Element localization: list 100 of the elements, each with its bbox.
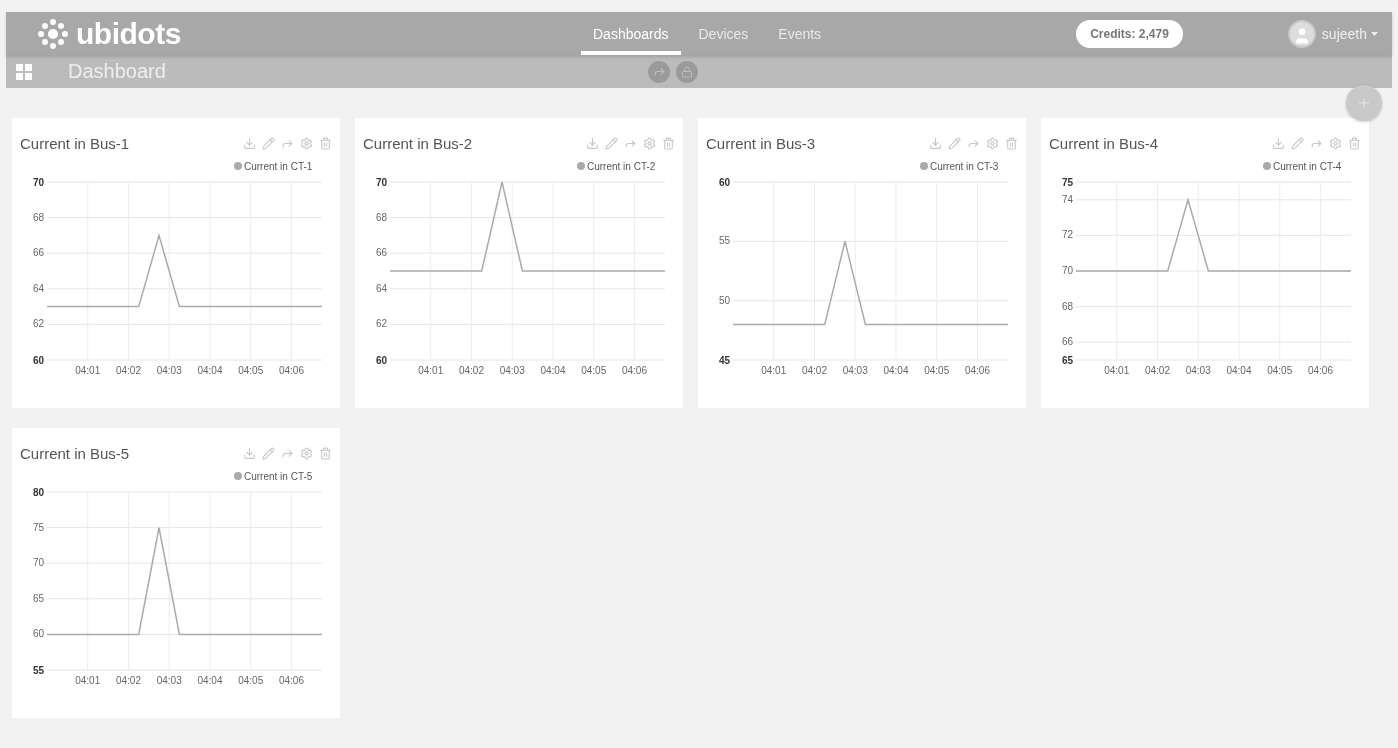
x-tick-label: 04:03 bbox=[156, 675, 182, 686]
y-tick-label: 50 bbox=[719, 294, 731, 306]
x-tick-label: 04:01 bbox=[418, 365, 444, 376]
y-tick-label: 80 bbox=[33, 487, 45, 498]
pencil-icon[interactable] bbox=[948, 136, 961, 150]
y-tick-label: 62 bbox=[33, 318, 45, 330]
lock-icon bbox=[681, 65, 693, 78]
legend-label: Current in CT-4 bbox=[1273, 161, 1342, 172]
trash-icon[interactable] bbox=[319, 446, 332, 460]
y-tick-label: 60 bbox=[719, 177, 731, 188]
y-tick-label: 66 bbox=[376, 247, 388, 259]
widget-title: Current in Bus-1 bbox=[20, 134, 130, 152]
x-tick-label: 04:06 bbox=[621, 365, 647, 376]
trash-icon[interactable] bbox=[1005, 136, 1018, 150]
add-button[interactable] bbox=[1346, 85, 1382, 122]
x-tick-label: 04:03 bbox=[499, 365, 525, 376]
x-tick-label: 04:01 bbox=[761, 365, 787, 376]
y-tick-label: 70 bbox=[1062, 265, 1074, 276]
y-tick-label: 70 bbox=[33, 177, 45, 188]
y-tick-label: 45 bbox=[719, 355, 731, 366]
y-tick-label: 62 bbox=[376, 318, 388, 330]
x-tick-label: 04:04 bbox=[197, 675, 223, 686]
y-tick-label: 75 bbox=[1062, 177, 1074, 188]
pencil-icon[interactable] bbox=[605, 136, 618, 150]
x-tick-label: 04:04 bbox=[1226, 365, 1252, 376]
credits-badge: Credits: 2,479 bbox=[1076, 19, 1183, 48]
y-tick-label: 60 bbox=[376, 355, 388, 366]
x-tick-label: 04:01 bbox=[1104, 365, 1130, 376]
y-tick-label: 70 bbox=[376, 177, 388, 188]
x-tick-label: 04:01 bbox=[75, 675, 101, 686]
y-tick-label: 66 bbox=[1062, 336, 1074, 348]
download-icon[interactable] bbox=[929, 136, 942, 150]
grid-icon[interactable] bbox=[16, 63, 32, 80]
pencil-icon[interactable] bbox=[1291, 136, 1304, 150]
nav-tab[interactable]: Events bbox=[766, 12, 834, 56]
x-tick-label: 04:03 bbox=[1185, 365, 1211, 376]
widget-title: Current in Bus-2 bbox=[363, 134, 473, 152]
y-tick-label: 65 bbox=[33, 592, 45, 604]
x-tick-label: 04:05 bbox=[1267, 365, 1293, 376]
legend-label: Current in CT-2 bbox=[587, 161, 656, 172]
lock-button[interactable] bbox=[676, 60, 698, 83]
x-tick-label: 04:06 bbox=[964, 365, 990, 376]
y-tick-label: 64 bbox=[33, 282, 45, 294]
x-tick-label: 04:03 bbox=[842, 365, 868, 376]
x-tick-label: 04:05 bbox=[238, 365, 264, 376]
x-tick-label: 04:02 bbox=[115, 675, 141, 686]
user-name[interactable]: sujeeth bbox=[1321, 25, 1367, 42]
y-tick-label: 60 bbox=[33, 355, 45, 366]
x-tick-label: 04:04 bbox=[197, 365, 223, 376]
y-tick-label: 70 bbox=[33, 557, 45, 569]
pencil-icon[interactable] bbox=[262, 136, 275, 150]
download-icon[interactable] bbox=[586, 136, 599, 150]
y-tick-label: 55 bbox=[719, 235, 731, 247]
x-tick-label: 04:02 bbox=[115, 365, 141, 376]
pencil-icon[interactable] bbox=[262, 446, 275, 460]
y-tick-label: 72 bbox=[1062, 229, 1074, 241]
logo-text: ubidots bbox=[76, 16, 181, 51]
settings-icon[interactable] bbox=[300, 136, 313, 150]
x-tick-label: 04:06 bbox=[1307, 365, 1333, 376]
settings-icon[interactable] bbox=[300, 446, 313, 460]
x-tick-label: 04:05 bbox=[581, 365, 607, 376]
settings-icon[interactable] bbox=[986, 136, 999, 150]
x-tick-label: 04:05 bbox=[924, 365, 950, 376]
avatar-icon[interactable] bbox=[1287, 19, 1316, 48]
download-icon[interactable] bbox=[243, 446, 256, 460]
y-tick-label: 74 bbox=[1062, 193, 1074, 205]
widget-title: Current in Bus-3 bbox=[706, 134, 816, 152]
caret-icon[interactable] bbox=[1371, 31, 1378, 36]
y-tick-label: 75 bbox=[33, 521, 45, 533]
settings-icon[interactable] bbox=[643, 136, 656, 150]
widget-title: Current in Bus-4 bbox=[1049, 134, 1159, 152]
trash-icon[interactable] bbox=[662, 136, 675, 150]
y-tick-label: 66 bbox=[33, 247, 45, 259]
x-tick-label: 04:02 bbox=[458, 365, 484, 376]
x-tick-label: 04:04 bbox=[540, 365, 566, 376]
x-tick-label: 04:02 bbox=[1144, 365, 1170, 376]
share-button[interactable] bbox=[648, 60, 670, 83]
download-icon[interactable] bbox=[1272, 136, 1285, 150]
trash-icon[interactable] bbox=[319, 136, 332, 150]
x-tick-label: 04:06 bbox=[278, 365, 304, 376]
trash-icon[interactable] bbox=[1348, 136, 1361, 150]
x-tick-label: 04:04 bbox=[883, 365, 909, 376]
legend-label: Current in CT-3 bbox=[930, 161, 999, 172]
legend-label: Current in CT-5 bbox=[244, 471, 313, 482]
y-tick-label: 68 bbox=[376, 211, 388, 223]
x-tick-label: 04:02 bbox=[801, 365, 827, 376]
y-tick-label: 64 bbox=[376, 282, 388, 294]
y-tick-label: 60 bbox=[33, 628, 45, 640]
x-tick-label: 04:05 bbox=[238, 675, 264, 686]
y-tick-label: 55 bbox=[33, 665, 45, 676]
widget-title: Current in Bus-5 bbox=[20, 444, 130, 462]
download-icon[interactable] bbox=[243, 136, 256, 150]
x-tick-label: 04:03 bbox=[156, 365, 182, 376]
legend-label: Current in CT-1 bbox=[244, 161, 313, 172]
y-tick-label: 68 bbox=[33, 211, 45, 223]
nav-tab[interactable]: Devices bbox=[686, 12, 761, 56]
logo-icon bbox=[36, 17, 70, 50]
x-tick-label: 04:06 bbox=[278, 675, 304, 686]
y-tick-label: 65 bbox=[1062, 355, 1074, 366]
settings-icon[interactable] bbox=[1329, 136, 1342, 150]
